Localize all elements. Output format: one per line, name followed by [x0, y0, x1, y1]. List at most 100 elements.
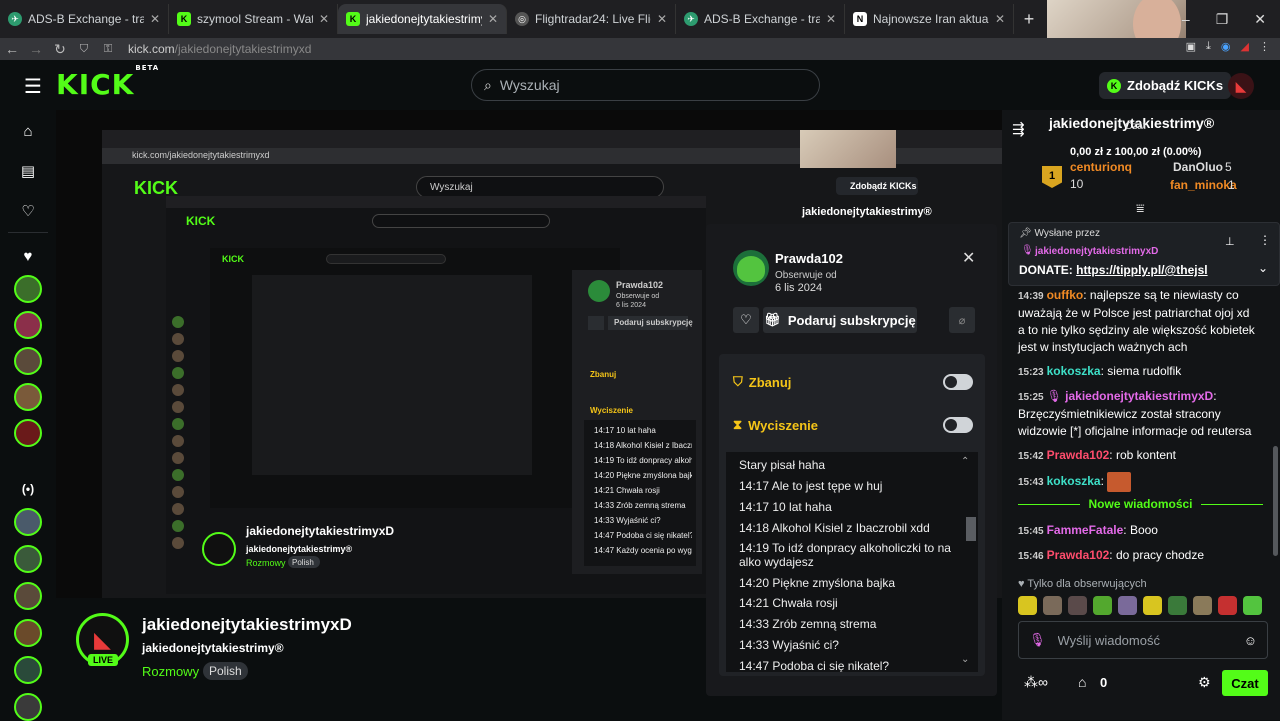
download-icon[interactable]: ⤓ [1206, 40, 1211, 53]
chat-message-username[interactable]: Prawda102 [1047, 448, 1110, 462]
site-info-icon[interactable]: ⚿ [96, 43, 120, 56]
url-field[interactable]: kick.com/jakiedonejtytakiestrimyxd [128, 42, 311, 56]
kicks-count: 0 [1100, 675, 1108, 690]
profile-icon[interactable]: ◉ [1221, 40, 1231, 53]
search-input[interactable] [499, 77, 790, 93]
following-icon[interactable]: ♡ [17, 200, 39, 222]
extension-icon[interactable]: ▣ [1186, 40, 1196, 53]
back-icon[interactable]: ← [0, 41, 24, 57]
browser-tab-2[interactable]: KjakiedonejtytakiestrimyxD Strea... ✕ [338, 4, 507, 34]
leaderboard-name-1[interactable]: centurionq [1070, 160, 1132, 174]
followed-channel-avatar[interactable] [14, 275, 42, 303]
new-messages-divider[interactable]: Nowe wiadomości [1018, 497, 1263, 511]
tab-close-icon[interactable]: ✕ [657, 12, 667, 26]
search-box[interactable]: ⌕ [471, 69, 820, 101]
browse-icon[interactable]: ▤ [17, 160, 39, 182]
recommended-channel-avatar[interactable] [14, 656, 42, 684]
emote-icon[interactable] [1143, 596, 1162, 615]
emote-icon[interactable] [1068, 596, 1087, 615]
follow-heart-button[interactable]: ♡ [733, 307, 759, 333]
leaderboard-name-3[interactable]: fan_minoka [1170, 178, 1237, 192]
chat-message: 15:25 🎙︎ jakiedonejtytakiestrimyxD: Brzęc… [1018, 388, 1258, 440]
close-icon[interactable]: ✕ [1254, 11, 1266, 28]
chat-message-username[interactable]: Prawda102 [1047, 548, 1110, 562]
recommended-channel-avatar[interactable] [14, 619, 42, 647]
browser-tab-1[interactable]: Kszymool Stream - Watch Li... ✕ [169, 4, 338, 34]
browser-tab-3[interactable]: ◎ Flightradar24: Live Flight Tracke... ✕ [507, 4, 676, 34]
scroll-up-icon[interactable]: ⌃ [961, 456, 969, 467]
leaderboard-name-2[interactable]: DanOluo [1173, 160, 1223, 174]
logo-beta: BETA [135, 63, 160, 72]
home-icon[interactable]: ⌂ [17, 120, 39, 142]
send-chat-button[interactable]: Czat [1222, 670, 1268, 696]
browser-tab-0[interactable]: ✈ ADS-B Exchange - track aircraft ✕ [0, 4, 169, 34]
kick-logo[interactable]: KICKBETA [56, 64, 158, 101]
pinned-username[interactable]: jakiedonejtytakiestrimyxD [1035, 246, 1158, 257]
chat-message-time: 15:46 [1018, 551, 1044, 562]
extension-icon-2[interactable]: ◢ [1241, 40, 1249, 53]
gift-sub-button[interactable]: 🎁︎ Podaruj subskrypcję [763, 307, 917, 333]
tab-close-icon[interactable]: ✕ [995, 12, 1005, 26]
close-icon[interactable]: ✕ [962, 248, 975, 268]
emote-icon[interactable] [1168, 596, 1187, 615]
settings-icon[interactable]: ⚙ [1198, 674, 1211, 691]
scroll-down-icon[interactable]: ⌄ [961, 654, 969, 665]
followed-channel-avatar[interactable] [14, 383, 42, 411]
chat-message-input[interactable] [1057, 632, 1218, 648]
mod-mic-button[interactable]: ⌀ [949, 307, 975, 333]
expand-leaderboard-icon[interactable]: ⩸ [1136, 200, 1145, 217]
emote-icon[interactable] [1118, 596, 1137, 615]
recommended-channel-avatar[interactable] [14, 693, 42, 721]
user-message-history[interactable]: ⌃ ⌄ Stary pisał haha 14:17 Ale to jest tę… [726, 452, 978, 672]
chat-scrollbar[interactable] [1273, 446, 1278, 556]
channel-category[interactable]: Rozmowy [142, 664, 199, 679]
tab-close-icon[interactable]: ✕ [319, 12, 329, 26]
more-options-icon[interactable]: ⋮ [1259, 233, 1271, 247]
chat-input-box[interactable]: 🎙︎ ☺ [1018, 621, 1268, 659]
recommended-channel-avatar[interactable] [14, 545, 42, 573]
recommended-channel-avatar[interactable] [14, 508, 42, 536]
minimize-icon[interactable]: – [1182, 11, 1190, 27]
followed-channel-avatar[interactable] [14, 347, 42, 375]
chat-message-username[interactable]: kokoszka [1047, 364, 1101, 378]
emote-icon[interactable] [1218, 596, 1237, 615]
chat-message-username[interactable]: jakiedonejtytakiestrimyxD [1065, 389, 1213, 403]
recommended-channel-avatar[interactable] [14, 582, 42, 610]
nested-sidebar-avatar [172, 333, 184, 345]
tab-close-icon[interactable]: ✕ [150, 12, 160, 26]
message-history-scrollbar[interactable] [966, 517, 976, 541]
chat-message-username[interactable]: ouffko [1047, 288, 1084, 302]
browser-tab-4[interactable]: ✈ ADS-B Exchange - track aircraft ✕ [676, 4, 845, 34]
emote-icon[interactable] [1018, 596, 1037, 615]
tab-close-icon[interactable]: ✕ [826, 12, 836, 26]
menu-icon[interactable]: ☰ [24, 74, 42, 99]
new-tab-button[interactable]: + [1014, 9, 1044, 30]
mute-toggle[interactable] [943, 417, 973, 433]
menu-icon[interactable]: ⋮ [1259, 40, 1270, 53]
chat-message-username[interactable]: FammeFatale [1047, 523, 1124, 537]
forward-icon[interactable]: → [24, 41, 48, 57]
emote-icon[interactable] [1193, 596, 1212, 615]
followed-channel-avatar[interactable] [14, 311, 42, 339]
ban-toggle[interactable] [943, 374, 973, 390]
unpin-icon[interactable]: ⊥ [1225, 235, 1235, 248]
emote-icon[interactable] [1243, 596, 1262, 615]
points-icon[interactable]: ⁂∞ [1024, 674, 1048, 691]
emote-icon[interactable] [1093, 596, 1112, 615]
chat-message-username[interactable]: kokoszka [1047, 474, 1101, 488]
gift-icon[interactable]: ⌂ [1078, 674, 1086, 690]
restore-icon[interactable]: ❐ [1216, 11, 1229, 28]
chevron-down-icon[interactable]: ⌄ [1258, 261, 1268, 275]
followed-channel-avatar[interactable] [14, 419, 42, 447]
collapse-chat-icon[interactable]: ⇶ [1012, 120, 1025, 138]
tab-close-icon[interactable]: ✕ [488, 12, 498, 26]
user-avatar[interactable]: ◣ [1228, 73, 1254, 99]
emoji-icon[interactable]: ☺ [1244, 633, 1257, 648]
emote-icon[interactable] [1043, 596, 1062, 615]
reload-icon[interactable]: ↻ [48, 41, 72, 58]
get-kicks-button[interactable]: K Zdobądź KICKs [1099, 72, 1232, 99]
browser-tab-5[interactable]: N Najnowsze Iran aktualności na ... ✕ [845, 4, 1014, 34]
language-tag[interactable]: Polish [203, 662, 248, 680]
pinned-link[interactable]: https://tipply.pl/@thejsl [1076, 263, 1207, 277]
user-card-username[interactable]: Prawda102 [775, 251, 843, 266]
